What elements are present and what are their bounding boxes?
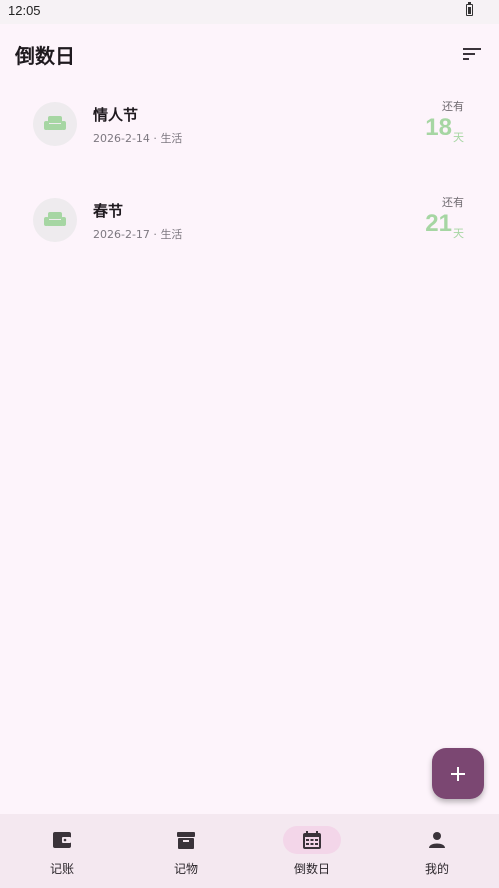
- plus-icon: [451, 766, 465, 781]
- status-bar: 12:05: [0, 0, 499, 24]
- status-time: 12:05: [8, 3, 41, 18]
- nav-item-bookkeeping[interactable]: 记账: [0, 814, 124, 888]
- countdown-item[interactable]: 情人节 2026-2-14 · 生活 还有 18 天: [0, 100, 499, 182]
- event-meta: 2026-2-17 · 生活: [93, 228, 183, 241]
- sofa-icon: [44, 116, 66, 130]
- event-avatar: [33, 102, 77, 146]
- days-unit: 天: [453, 227, 464, 240]
- nav-label: 记物: [173, 862, 198, 876]
- nav-label: 倒数日: [293, 862, 330, 876]
- remain-label: 还有: [442, 196, 464, 209]
- event-category: 生活: [160, 228, 183, 241]
- nav-item-countdown[interactable]: 倒数日: [250, 814, 374, 888]
- nav-active-indicator: [283, 826, 341, 854]
- add-countdown-button[interactable]: [432, 748, 484, 799]
- person-icon: [429, 832, 445, 848]
- bottom-nav: 记账 记物 倒数日 我的: [0, 814, 499, 888]
- days-count: 21: [425, 210, 452, 237]
- sofa-icon: [44, 212, 66, 226]
- event-category: 生活: [160, 132, 183, 145]
- wallet-icon: [53, 832, 71, 848]
- days-count: 18: [425, 114, 452, 141]
- remain-label: 还有: [442, 100, 464, 113]
- page-title: 倒数日: [15, 44, 75, 68]
- battery-icon: [466, 2, 473, 16]
- event-name: 春节: [93, 202, 124, 220]
- sort-button[interactable]: [460, 42, 484, 66]
- event-name: 情人节: [93, 106, 139, 124]
- nav-item-profile[interactable]: 我的: [375, 814, 499, 888]
- event-meta: 2026-2-14 · 生活: [93, 132, 183, 145]
- countdown-item[interactable]: 春节 2026-2-17 · 生活 还有 21 天: [0, 196, 499, 278]
- app-bar: 倒数日: [0, 24, 499, 82]
- event-date: 2026-2-17: [93, 228, 150, 241]
- nav-label: 记账: [49, 862, 74, 876]
- nav-label: 我的: [424, 862, 449, 876]
- sort-icon: [463, 48, 481, 60]
- nav-item-items[interactable]: 记物: [124, 814, 248, 888]
- calendar-icon: [303, 831, 321, 849]
- archive-icon: [177, 831, 195, 849]
- event-date: 2026-2-14: [93, 132, 150, 145]
- days-unit: 天: [453, 131, 464, 144]
- event-avatar: [33, 198, 77, 242]
